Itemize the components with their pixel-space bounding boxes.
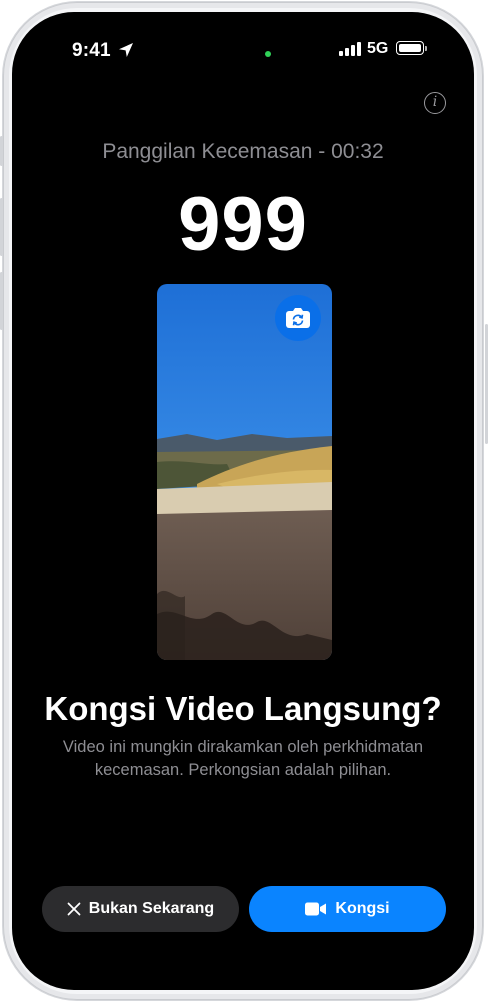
- network-type: 5G: [367, 40, 389, 57]
- battery-cap: [425, 46, 427, 51]
- battery-full-icon: [396, 41, 424, 55]
- not-now-button[interactable]: Bukan Sekarang: [42, 886, 239, 932]
- video-camera-icon: [305, 902, 327, 916]
- camera-flip-icon: [286, 308, 310, 328]
- info-icon[interactable]: i: [424, 92, 446, 114]
- camera-scene: [157, 284, 332, 660]
- status-time: 9:41: [72, 40, 111, 61]
- video-preview: [157, 284, 332, 660]
- volume-down-button: [0, 272, 3, 330]
- call-status: Panggilan Kecemasan - 00:32: [102, 140, 384, 163]
- flip-camera-button[interactable]: [275, 295, 321, 341]
- call-number: 999: [178, 182, 308, 267]
- close-icon: [67, 902, 81, 916]
- action-button: [0, 136, 3, 166]
- share-button[interactable]: Kongsi: [249, 886, 446, 932]
- location-arrow-icon: [119, 43, 133, 57]
- share-video-title: Kongsi Video Langsung?: [44, 690, 442, 727]
- power-button: [485, 324, 488, 444]
- camera-in-use-indicator: [265, 51, 271, 57]
- share-label: Kongsi: [335, 900, 390, 917]
- share-video-description: Video ini mungkin dirakamkan oleh perkhi…: [62, 738, 424, 779]
- volume-up-button: [0, 198, 3, 256]
- cellular-signal-icon: [339, 41, 361, 56]
- phone-screen: 9:41 5G i Panggilan Kecemasan - 00:32 99…: [12, 12, 474, 990]
- not-now-label: Bukan Sekarang: [88, 900, 215, 917]
